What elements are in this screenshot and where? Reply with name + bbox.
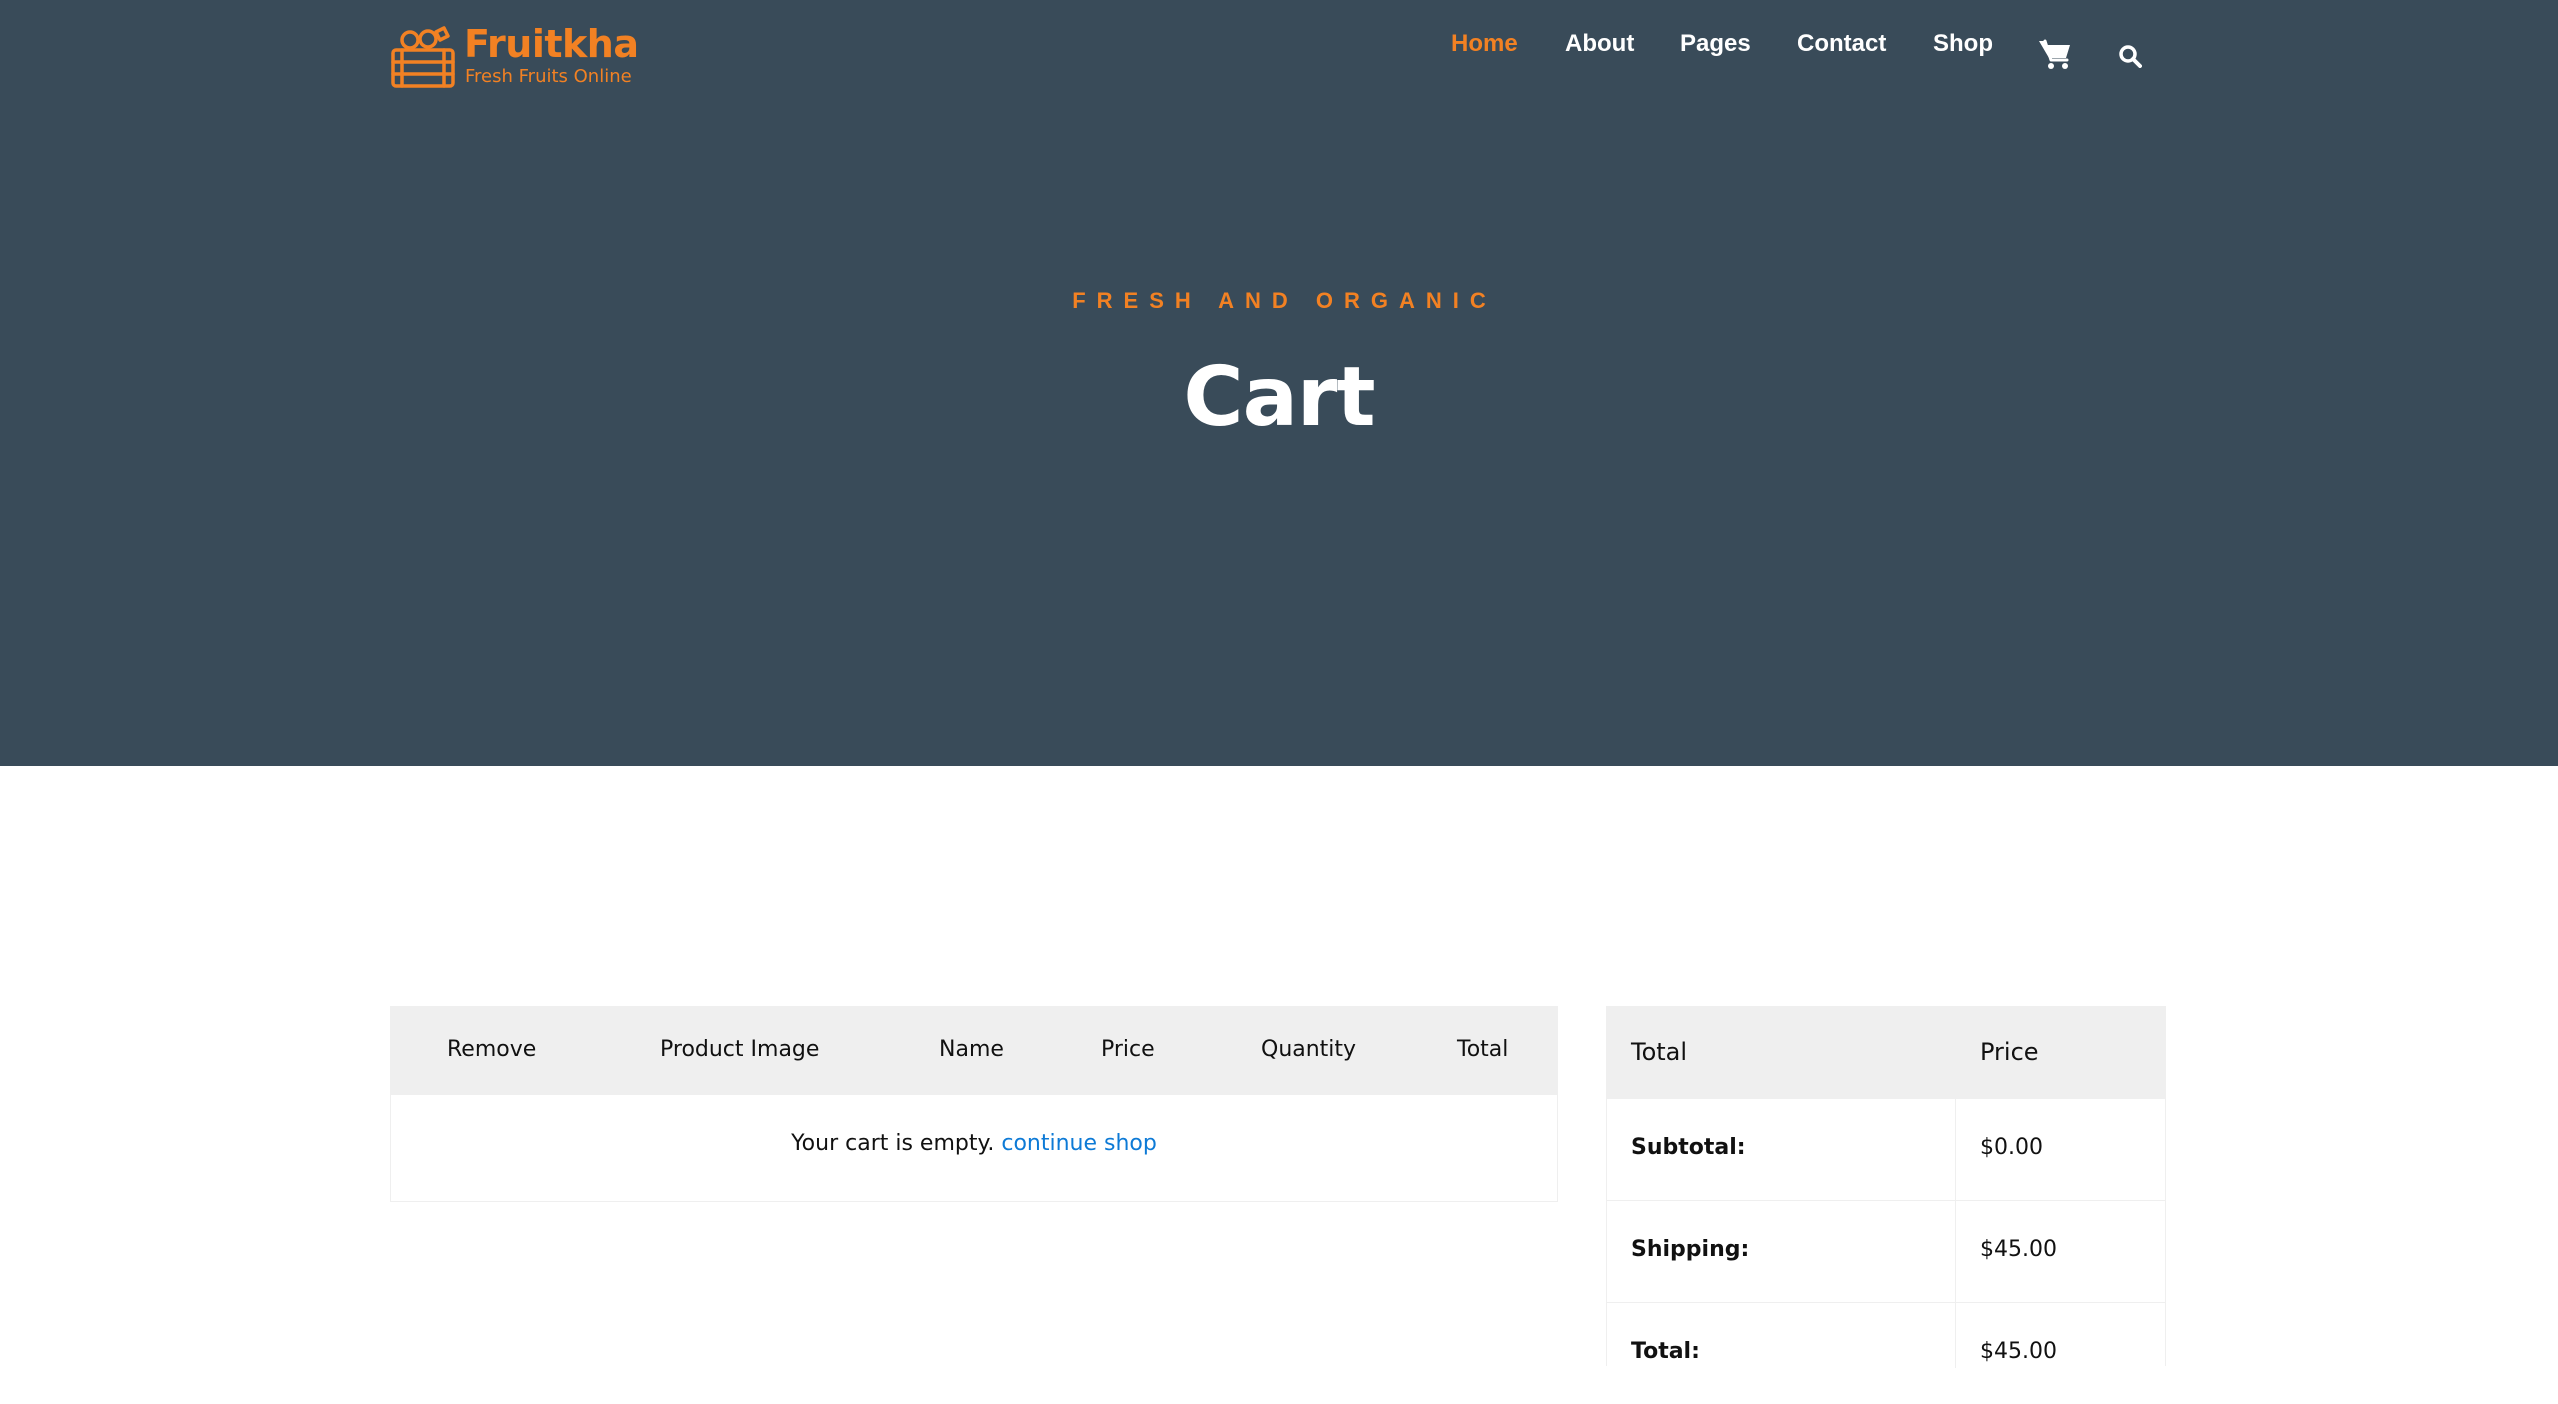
brand-tagline: Fresh Fruits Online [465, 66, 632, 87]
total-value: $45.00 [1980, 1339, 2057, 1364]
hero-subtitle: FRESH AND ORGANIC [1072, 288, 1497, 313]
total-label: Total: [1631, 1339, 1700, 1364]
brand-name: Fruitkha [464, 22, 639, 66]
page-title: Cart [1183, 350, 1375, 445]
nav-shop[interactable]: Shop [1933, 30, 1993, 70]
column-header-total: Total [1457, 1037, 1509, 1062]
nav-about[interactable]: About [1565, 30, 1634, 70]
nav-contact[interactable]: Contact [1797, 30, 1886, 70]
cart-table-header: Remove Product Image Name Price Quantity… [391, 1007, 1557, 1095]
subtotal-label: Subtotal: [1631, 1135, 1746, 1160]
nav-pages[interactable]: Pages [1680, 30, 1751, 70]
totals-row-total: Total: $45.00 [1607, 1302, 2165, 1404]
cart-empty-row: Your cart is empty. continue shop [391, 1095, 1557, 1201]
column-header-name: Name [939, 1037, 1004, 1062]
totals-header-total: Total [1631, 1038, 1688, 1066]
totals-header-price: Price [1980, 1038, 2039, 1066]
continue-shop-link[interactable]: continue shop [1001, 1131, 1156, 1156]
column-header-price: Price [1101, 1037, 1155, 1062]
hero-section: Fruitkha Fresh Fruits Online Home About … [0, 0, 2558, 766]
column-header-quantity: Quantity [1261, 1037, 1357, 1062]
column-header-product-image: Product Image [660, 1037, 820, 1062]
subtotal-value: $0.00 [1980, 1135, 2043, 1160]
totals-column-divider [1955, 1098, 1956, 1368]
totals-row-subtotal: Subtotal: $0.00 [1607, 1098, 2165, 1200]
totals-row-shipping: Shipping: $45.00 [1607, 1200, 2165, 1302]
fruit-crate-icon [391, 26, 455, 88]
cart-totals-table: Total Price Subtotal: $0.00 Shipping: $4… [1606, 1006, 2166, 1368]
brand-logo[interactable]: Fruitkha Fresh Fruits Online [390, 22, 650, 92]
totals-header: Total Price [1607, 1006, 2165, 1098]
cart-empty-message: Your cart is empty. [791, 1131, 995, 1156]
nav-home[interactable]: Home [1451, 30, 1518, 70]
column-header-remove: Remove [447, 1037, 537, 1062]
search-icon[interactable] [2118, 44, 2142, 68]
cart-icon[interactable] [2038, 38, 2072, 70]
cart-table: Remove Product Image Name Price Quantity… [390, 1006, 1558, 1202]
shipping-value: $45.00 [1980, 1237, 2057, 1262]
top-navigation: Fruitkha Fresh Fruits Online Home About … [0, 0, 2558, 110]
shipping-label: Shipping: [1631, 1237, 1750, 1262]
